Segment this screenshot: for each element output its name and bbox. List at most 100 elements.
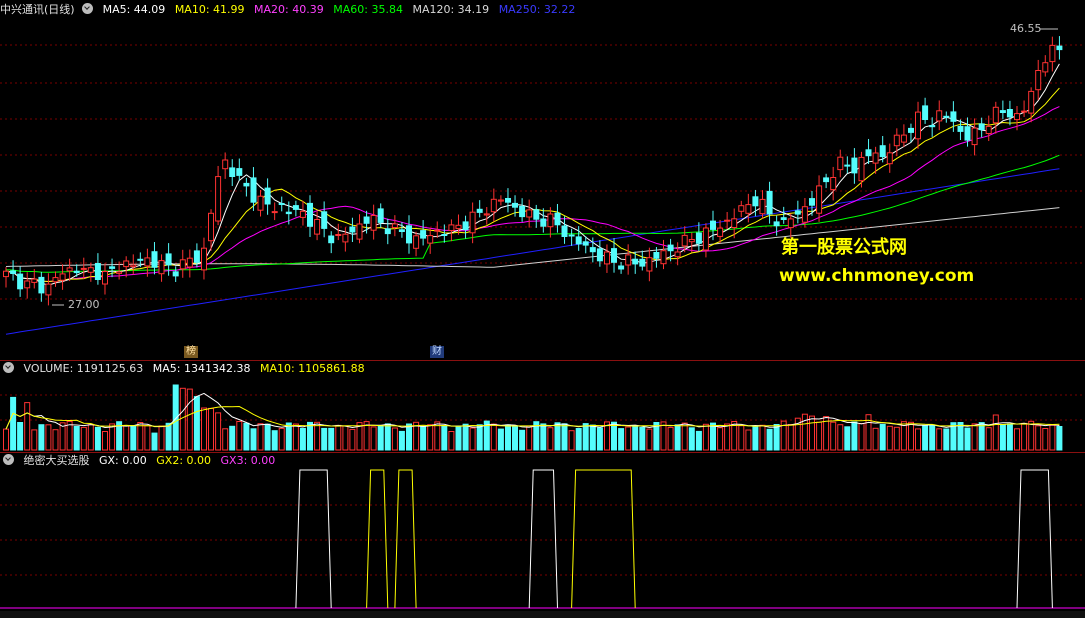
candle-up: [59, 273, 66, 281]
candle-down: [292, 205, 299, 210]
volume-bar-up: [886, 425, 893, 451]
candle-up: [1035, 70, 1042, 91]
candle-down: [512, 202, 518, 208]
event-tag-bang[interactable]: 榜: [184, 346, 198, 358]
watermark-url: www.chnmoney.com: [779, 266, 975, 286]
volume-bar-up: [787, 424, 794, 451]
volume-bar-up: [830, 421, 837, 451]
ma250-readout: MA250: 32.22: [498, 3, 576, 16]
volume-bar-up: [809, 415, 815, 451]
stock-title[interactable]: 中兴通讯(日线): [0, 3, 75, 16]
ma60-readout: MA60: 35.84: [333, 3, 403, 16]
ma10-readout: MA10: 41.99: [174, 3, 245, 16]
candle-up: [87, 267, 94, 273]
volume-bar-up: [985, 427, 992, 451]
candle-up: [483, 213, 490, 216]
gx2-signal-pulse: [366, 469, 389, 609]
candle-down: [632, 258, 639, 265]
volume-bar-up: [702, 423, 709, 451]
candle-down: [264, 187, 271, 205]
volume-bar-down: [476, 424, 483, 451]
candle-up: [427, 235, 434, 244]
candle-up: [858, 156, 865, 182]
candle-down: [780, 217, 787, 220]
high-price-label: 46.55: [1010, 22, 1042, 35]
volume-bar-down: [193, 396, 200, 451]
candle-down: [596, 248, 603, 262]
volume-bar-down: [611, 421, 617, 451]
low-price-label: 27.00: [68, 298, 100, 311]
candle-up: [31, 278, 38, 283]
candle-up: [469, 211, 476, 234]
chevron-down-icon[interactable]: [3, 362, 14, 373]
event-tag-cai[interactable]: 财: [430, 346, 444, 358]
candle-up: [1014, 113, 1020, 121]
volume-bar-up: [660, 421, 667, 451]
candle-down: [773, 221, 780, 227]
volume-bar-down: [540, 423, 547, 451]
volume-bar-down: [497, 428, 504, 451]
candle-down: [172, 271, 179, 277]
gx2-readout: GX2: 0.00: [156, 454, 212, 467]
candle-down: [476, 208, 483, 213]
candle-down: [809, 198, 815, 206]
stock-chart-canvas[interactable]: [0, 0, 1085, 618]
volume-bar-down: [773, 424, 780, 451]
candle-down: [278, 203, 285, 205]
chevron-down-icon[interactable]: [3, 454, 14, 465]
volume-bar-down: [589, 424, 596, 451]
volume-ma5-readout: MA5: 1341342.38: [152, 362, 251, 375]
volume-bar-up: [137, 422, 144, 451]
candle-down: [349, 226, 356, 233]
candle-down: [879, 145, 886, 158]
gx3-readout: GX3: 0.00: [220, 454, 276, 467]
volume-bar-up: [314, 421, 321, 451]
candle-up: [130, 264, 137, 268]
candle-up: [787, 218, 794, 229]
candle-up: [158, 260, 165, 275]
volume-bar-up: [992, 414, 999, 451]
volume-bar-up: [52, 429, 59, 451]
candle-down: [752, 196, 759, 207]
candle-down: [957, 125, 964, 132]
candle-up: [448, 224, 455, 231]
candle-up: [356, 223, 363, 240]
chevron-down-icon[interactable]: [82, 3, 94, 14]
candle-up: [1028, 90, 1035, 114]
candle-down: [929, 125, 936, 128]
indicator-name[interactable]: 绝密大买选股: [24, 454, 90, 467]
volume-bar-down: [688, 427, 695, 451]
candle-down: [589, 247, 596, 253]
candle-up: [731, 218, 738, 229]
volume-bar-down: [943, 428, 950, 451]
candle-down: [766, 190, 773, 215]
volume-bar-up: [201, 407, 207, 451]
candle-down: [328, 235, 335, 244]
candle-up: [179, 259, 186, 270]
candle-down: [695, 232, 702, 244]
candle-up: [201, 247, 207, 271]
candle-down: [1056, 45, 1063, 51]
candle-up: [24, 280, 31, 289]
volume-bar-up: [816, 421, 823, 451]
candle-up: [1049, 44, 1056, 63]
candle-down: [519, 205, 526, 218]
volume-bar-down: [328, 427, 335, 451]
volume-bar-up: [292, 423, 299, 451]
candle-up: [116, 271, 123, 274]
candle-up: [370, 215, 377, 231]
volume-bar-down: [752, 425, 759, 451]
candle-down: [151, 251, 158, 268]
volume-bar-down: [964, 427, 971, 451]
volume-bar-up: [915, 428, 921, 451]
candle-up: [434, 229, 441, 232]
volume-bar-up: [858, 423, 865, 451]
volume-bar-down: [1006, 423, 1013, 451]
candle-down: [568, 234, 575, 237]
volume-bar-down: [377, 425, 384, 451]
volume-bar-up: [66, 420, 73, 451]
candle-down: [582, 241, 589, 246]
volume-bar-up: [681, 422, 688, 451]
volume-header: VOLUME: 1191125.63 MA5: 1341342.38 MA10:…: [0, 361, 371, 377]
volume-bar-down: [73, 426, 80, 451]
